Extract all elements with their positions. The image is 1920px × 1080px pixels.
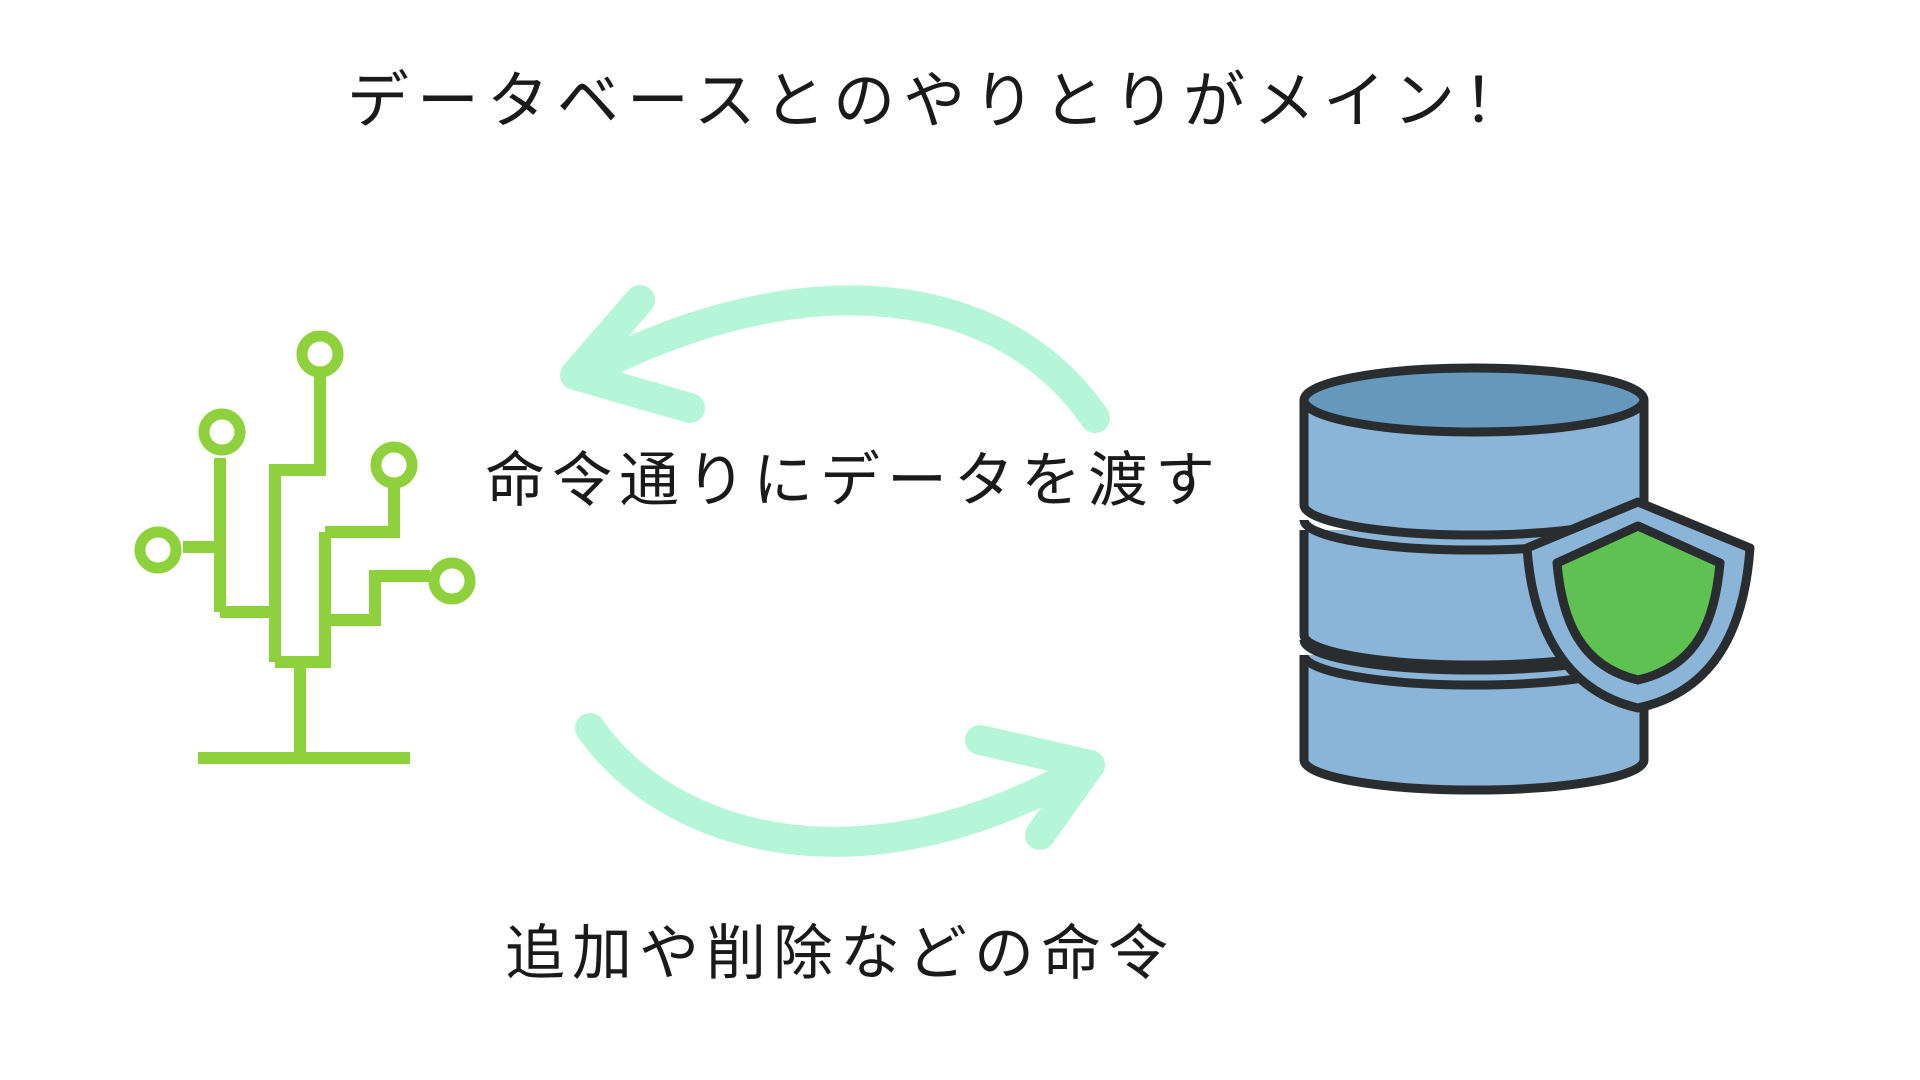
curved-arrow-left-icon	[560, 285, 1110, 433]
diagram-canvas: データベースとのやりとりがメイン！ 命令通りにデータを渡す 追加や削除などの命令	[0, 0, 1920, 1080]
command-label: 追加や削除などの命令	[505, 919, 1175, 989]
return-data-label: 命令通りにデータを渡す	[485, 446, 1222, 516]
curved-arrow-right-icon	[575, 713, 1105, 857]
database-shield-icon	[1299, 363, 1755, 795]
